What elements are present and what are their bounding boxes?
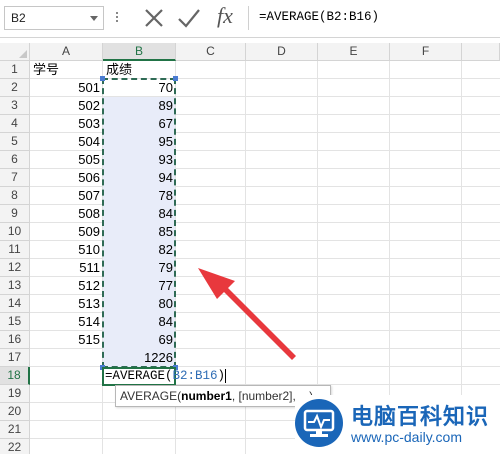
watermark-url: www.pc-daily.com bbox=[351, 429, 462, 445]
watermark-title: 电脑百科知识 bbox=[351, 404, 490, 429]
watermark-logo: 电脑百科知识 www.pc-daily.com bbox=[295, 395, 500, 454]
monitor-logo-icon bbox=[295, 399, 343, 447]
annotation-arrow-icon bbox=[198, 268, 296, 360]
